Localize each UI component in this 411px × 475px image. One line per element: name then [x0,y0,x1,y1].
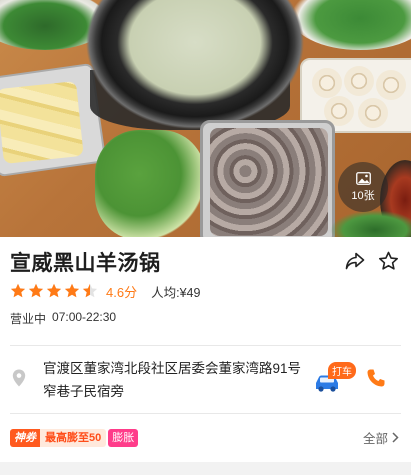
rating-row: 4.6分 人均:¥49 [10,281,200,301]
potato-image [0,81,84,164]
per-capita-value: ¥49 [179,285,201,300]
business-time: 07:00-22:30 [52,310,117,324]
divider [10,413,401,414]
bokchoy-image [95,130,205,237]
mutton-image [210,128,328,236]
greens-image [330,210,411,237]
promo-row[interactable]: 神券 最高膨至50 膨胀 全部 [10,428,401,448]
photo-count: 10张 [351,189,375,202]
rating-score: 4.6分 [106,284,138,300]
coupon-text: 最高膨至50 [40,429,107,447]
per-capita-price: 人均:¥49 [151,282,200,301]
star-icon [82,283,98,298]
inflate-badge: 膨胀 [108,429,139,447]
taxi-label: 打车 [328,362,356,379]
star-icon [64,283,80,298]
phone-button[interactable] [366,368,388,390]
star-icon [28,283,44,298]
per-capita-label: 人均: [151,285,180,300]
address-text: 官渡区董家湾北段社区居委会董家湾路91号窄巷子民宿旁 [43,361,302,399]
share-button[interactable] [343,249,367,273]
hero-photo[interactable]: 10张 [0,0,411,237]
business-status: 营业中 [10,312,47,326]
business-hours: 营业中 07:00-22:30 [10,310,116,327]
picture-icon [355,171,371,185]
photo-count-badge[interactable]: 10张 [338,162,388,212]
star-icon [46,283,62,298]
taxi-button[interactable]: 打车 [314,362,360,396]
address-block[interactable]: 官渡区董家湾北段社区居委会董家湾路91号窄巷子民宿旁 打车 [10,352,401,404]
favorite-button[interactable] [376,249,400,273]
view-all-link[interactable]: 全部 [363,428,399,447]
star-rating [10,283,98,299]
phone-icon [367,369,385,387]
coupon-tag: 神券 [10,429,40,447]
location-pin-icon [12,369,26,387]
title-row: 宣威黑山羊汤锅 [10,249,401,275]
star-outline-icon [378,251,398,270]
star-icon [10,283,26,298]
shop-name: 宣威黑山羊汤锅 [10,252,161,275]
section-separator [0,462,411,475]
coupon-chip[interactable]: 神券 最高膨至50 [10,429,107,447]
chevron-right-icon [392,432,399,443]
divider [10,345,401,346]
greens-plate-image [290,0,411,50]
view-all-label: 全部 [362,432,388,446]
share-icon [345,252,365,270]
